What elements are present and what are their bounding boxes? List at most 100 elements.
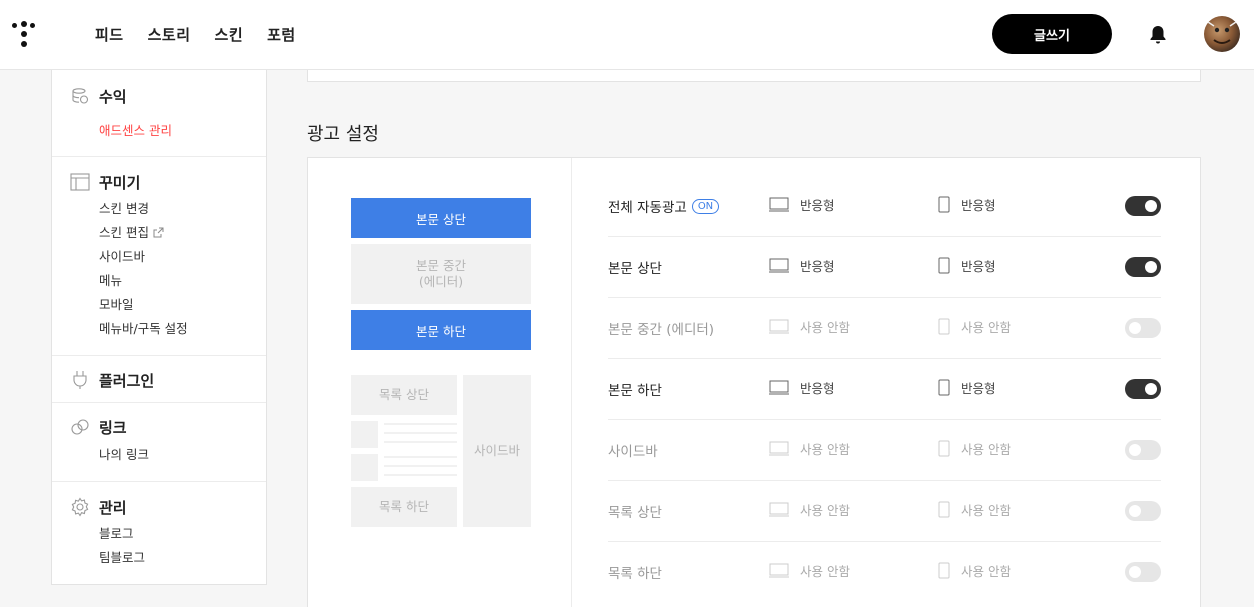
monitor-icon bbox=[769, 502, 789, 517]
mobile-icon bbox=[938, 379, 950, 396]
sidebar-decorate-title[interactable]: 꾸미기 bbox=[99, 172, 140, 193]
mobile-icon bbox=[938, 318, 950, 335]
sidebar-item-team-blog[interactable]: 팀블로그 bbox=[99, 546, 266, 570]
ad-row-body-middle: 본문 중간 (에디터) 사용 안함 사용 안함 bbox=[608, 298, 1161, 359]
preview-thumb bbox=[351, 421, 378, 448]
ad-row-body-top: 본문 상단 반응형 반응형 bbox=[608, 237, 1161, 298]
bell-icon[interactable] bbox=[1148, 24, 1168, 46]
mobile-setting[interactable]: 사용 안함 bbox=[938, 561, 1011, 580]
toggle-switch[interactable] bbox=[1125, 196, 1161, 216]
preview-text-line bbox=[384, 432, 457, 434]
nav-story[interactable]: 스토리 bbox=[148, 24, 191, 45]
mobile-setting[interactable]: 사용 안함 bbox=[938, 439, 1011, 458]
main-nav: 피드 스토리 스킨 포럼 bbox=[95, 24, 296, 45]
sidebar-item-skin-edit[interactable]: 스킨 편집 bbox=[99, 221, 266, 245]
toggle-switch[interactable] bbox=[1125, 318, 1161, 338]
sidebar-section-link: 링크 나의 링크 bbox=[52, 403, 266, 482]
pc-setting[interactable]: 사용 안함 bbox=[769, 500, 850, 519]
tistory-logo[interactable] bbox=[10, 20, 38, 48]
preview-thumb bbox=[351, 454, 378, 481]
monitor-icon bbox=[769, 441, 789, 456]
preview-text-line bbox=[384, 474, 457, 476]
admin-sidebar: 수익 애드센스 관리 꾸미기 스킨 변경 스킨 편집 사이드바 메뉴 모바일 메… bbox=[51, 70, 267, 585]
mobile-setting[interactable]: 반응형 bbox=[938, 256, 996, 275]
mobile-setting[interactable]: 사용 안함 bbox=[938, 500, 1011, 519]
mobile-setting[interactable]: 반응형 bbox=[938, 378, 996, 397]
preview-text-line bbox=[384, 441, 457, 443]
ad-settings-list: 전체 자동광고 ON 반응형 반응형 본문 상단 반응형 반응형 본문 중간 (… bbox=[608, 176, 1161, 603]
toggle-switch[interactable] bbox=[1125, 379, 1161, 399]
ad-row-body-bottom: 본문 하단 반응형 반응형 bbox=[608, 359, 1161, 420]
preview-body-top[interactable]: 본문 상단 bbox=[351, 198, 531, 238]
on-badge: ON bbox=[691, 198, 720, 214]
ad-row-label: 목록 하단 bbox=[608, 566, 662, 582]
page-title: 광고 설정 bbox=[307, 124, 379, 145]
pc-setting[interactable]: 반응형 bbox=[769, 195, 835, 214]
plug-icon bbox=[70, 370, 90, 390]
database-icon bbox=[70, 86, 90, 106]
sidebar-section-decorate: 꾸미기 스킨 변경 스킨 편집 사이드바 메뉴 모바일 메뉴바/구독 설정 bbox=[52, 157, 266, 356]
preview-text-line bbox=[384, 465, 457, 467]
pc-setting[interactable]: 반응형 bbox=[769, 256, 835, 275]
sidebar-item-menubar[interactable]: 메뉴바/구독 설정 bbox=[99, 317, 266, 341]
pc-setting[interactable]: 사용 안함 bbox=[769, 561, 850, 580]
mobile-icon bbox=[938, 440, 950, 457]
gear-icon bbox=[70, 497, 90, 517]
preview-body-bottom[interactable]: 본문 하단 bbox=[351, 310, 531, 350]
sidebar-item-my-link[interactable]: 나의 링크 bbox=[99, 443, 266, 467]
sidebar-section-manage: 관리 블로그 팀블로그 bbox=[52, 482, 266, 585]
toggle-switch[interactable] bbox=[1125, 257, 1161, 277]
sidebar-section-revenue: 수익 애드센스 관리 bbox=[52, 70, 266, 157]
ad-row-auto: 전체 자동광고 ON 반응형 반응형 bbox=[608, 176, 1161, 237]
sidebar-plugin-title[interactable]: 플러그인 bbox=[99, 370, 154, 391]
sidebar-item-mobile[interactable]: 모바일 bbox=[99, 293, 266, 317]
ad-row-label: 본문 중간 (에디터) bbox=[608, 322, 715, 338]
monitor-icon bbox=[769, 563, 789, 578]
ad-row-list-bottom: 목록 하단 사용 안함 사용 안함 bbox=[608, 542, 1161, 603]
sidebar-revenue-title[interactable]: 수익 bbox=[99, 86, 127, 107]
toggle-switch[interactable] bbox=[1125, 440, 1161, 460]
ad-row-label: 본문 하단 bbox=[608, 383, 662, 399]
nav-forum[interactable]: 포럼 bbox=[267, 24, 296, 45]
pc-setting[interactable]: 사용 안함 bbox=[769, 439, 850, 458]
ad-row-label: 사이드바 bbox=[608, 444, 658, 460]
preview-body-middle[interactable]: 본문 중간 (에디터) bbox=[351, 244, 531, 304]
sidebar-section-plugin: 플러그인 bbox=[52, 356, 266, 403]
monitor-icon bbox=[769, 380, 789, 395]
link-icon bbox=[70, 417, 90, 437]
toggle-switch[interactable] bbox=[1125, 562, 1161, 582]
previous-card-bottom bbox=[307, 70, 1201, 82]
profile-avatar[interactable] bbox=[1204, 16, 1240, 52]
mobile-setting[interactable]: 사용 안함 bbox=[938, 317, 1011, 336]
preview-text-line bbox=[384, 456, 457, 458]
sidebar-item-sidebar[interactable]: 사이드바 bbox=[99, 245, 266, 269]
pc-setting[interactable]: 사용 안함 bbox=[769, 317, 850, 336]
preview-list-top[interactable]: 목록 상단 bbox=[351, 375, 457, 415]
preview-text-line bbox=[384, 423, 457, 425]
toggle-switch[interactable] bbox=[1125, 501, 1161, 521]
preview-list-bottom[interactable]: 목록 하단 bbox=[351, 487, 457, 527]
mobile-icon bbox=[938, 562, 950, 579]
ad-row-label: 전체 자동광고 ON bbox=[608, 196, 720, 216]
mobile-icon bbox=[938, 257, 950, 274]
nav-skin[interactable]: 스킨 bbox=[215, 24, 244, 45]
monitor-icon bbox=[769, 197, 789, 212]
layout-icon bbox=[70, 172, 90, 192]
monitor-icon bbox=[769, 258, 789, 273]
mobile-setting[interactable]: 반응형 bbox=[938, 195, 996, 214]
sidebar-item-blog[interactable]: 블로그 bbox=[99, 522, 266, 546]
sidebar-item-skin-change[interactable]: 스킨 변경 bbox=[99, 197, 266, 221]
ad-row-sidebar: 사이드바 사용 안함 사용 안함 bbox=[608, 420, 1161, 481]
top-header: 피드 스토리 스킨 포럼 글쓰기 bbox=[0, 0, 1254, 70]
sidebar-link-title[interactable]: 링크 bbox=[99, 417, 127, 438]
mobile-icon bbox=[938, 501, 950, 518]
ad-settings-card: 본문 상단 본문 중간 (에디터) 본문 하단 목록 상단 목록 하단 사이드바… bbox=[307, 157, 1201, 607]
external-link-icon bbox=[153, 222, 164, 246]
write-button[interactable]: 글쓰기 bbox=[992, 14, 1112, 54]
nav-feed[interactable]: 피드 bbox=[95, 24, 124, 45]
pc-setting[interactable]: 반응형 bbox=[769, 378, 835, 397]
sidebar-manage-title[interactable]: 관리 bbox=[99, 497, 127, 518]
preview-sidebar[interactable]: 사이드바 bbox=[463, 375, 531, 527]
sidebar-item-adsense[interactable]: 애드센스 관리 bbox=[99, 119, 266, 143]
sidebar-item-menu[interactable]: 메뉴 bbox=[99, 269, 266, 293]
